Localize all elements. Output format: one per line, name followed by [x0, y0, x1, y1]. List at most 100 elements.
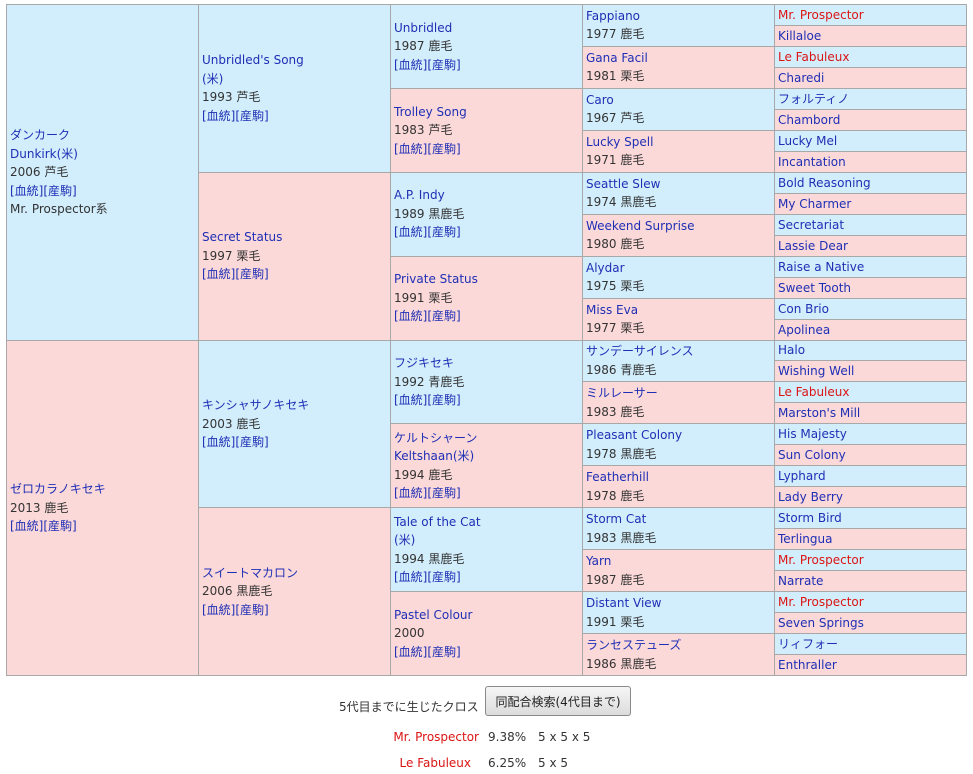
horse-name-link[interactable]: フジキセキ [394, 356, 454, 370]
horse-name-link[interactable]: Mr. Prospector [778, 8, 864, 22]
horse-name-link[interactable]: Narrate [778, 574, 823, 588]
horse-name-link[interactable]: Seven Springs [778, 616, 864, 630]
horse-name-link[interactable]: His Majesty [778, 427, 847, 441]
horse-name-link[interactable]: Le Fabuleux [778, 385, 849, 399]
horse-name-link[interactable]: Lucky Mel [778, 134, 837, 148]
pedigree-progeny-links[interactable]: [血統][産駒] [394, 393, 461, 407]
horse-name-link[interactable]: Halo [778, 343, 805, 357]
horse-name-link[interactable]: Weekend Surprise [586, 219, 695, 233]
horse-name-link[interactable]: Caro [586, 93, 614, 107]
horse-year-color: 2003 鹿毛 [202, 416, 261, 431]
horse-english-name[interactable]: Dunkirk(米) [10, 147, 78, 161]
horse-origin[interactable]: (米) [202, 72, 223, 86]
pedigree-cell-g5: Mr. Prospector [774, 4, 967, 26]
pedigree-progeny-links[interactable]: [血統][産駒] [394, 225, 461, 239]
horse-name-link[interactable]: Featherhill [586, 470, 649, 484]
horse-name-link[interactable]: スイートマカロン [202, 566, 298, 580]
horse-name-link[interactable]: Alydar [586, 261, 625, 275]
horse-name-link[interactable]: Lady Berry [778, 490, 843, 504]
horse-name-link[interactable]: Marston's Mill [778, 406, 860, 420]
pedigree-progeny-links[interactable]: [血統][産駒] [394, 142, 461, 156]
pedigree-progeny-links[interactable]: [血統][産駒] [394, 309, 461, 323]
horse-name-link[interactable]: ランセステューズ [586, 638, 681, 652]
pedigree-cell-g5: Le Fabuleux [774, 381, 967, 404]
pedigree-progeny-links[interactable]: [血統][産駒] [394, 486, 461, 500]
horse-name-link[interactable]: Lucky Spell [586, 135, 653, 149]
horse-name-link[interactable]: Secret Status [202, 230, 282, 244]
horse-name-link[interactable]: Mr. Prospector [778, 595, 864, 609]
horse-name-link[interactable]: Miss Eva [586, 303, 638, 317]
horse-name-link[interactable]: Private Status [394, 272, 478, 286]
horse-name-link[interactable]: Apolinea [778, 323, 830, 337]
horse-name-link[interactable]: Le Fabuleux [778, 50, 849, 64]
horse-name-link[interactable]: ダンカーク [10, 128, 70, 142]
horse-name-link[interactable]: Trolley Song [394, 105, 467, 119]
pedigree-progeny-links[interactable]: [血統][産駒] [202, 109, 269, 123]
horse-name-link[interactable]: A.P. Indy [394, 188, 445, 202]
horse-name-link[interactable]: Sun Colony [778, 448, 846, 462]
pedigree-progeny-links[interactable]: [血統][産駒] [10, 184, 77, 198]
horse-name-link[interactable]: Distant View [586, 596, 662, 610]
horse-year-color: 1978 黒鹿毛 [586, 446, 657, 461]
horse-name-link[interactable]: Storm Cat [586, 512, 646, 526]
pedigree-cell-g3: Pastel Colour 2000 [血統][産駒] [390, 591, 583, 676]
horse-name-link[interactable]: Pastel Colour [394, 608, 472, 622]
cross-horse-link[interactable]: Mr. Prospector [279, 730, 479, 744]
horse-name-link[interactable]: ゼロカラノキセキ [10, 482, 106, 496]
horse-name-link[interactable]: Bold Reasoning [778, 176, 871, 190]
horse-name-link[interactable]: Killaloe [778, 29, 821, 43]
horse-name-link[interactable]: キンシャサノキセキ [202, 398, 309, 412]
horse-name-link[interactable]: Incantation [778, 155, 846, 169]
horse-name-link[interactable]: Tale of the Cat [394, 515, 481, 529]
horse-origin[interactable]: (米) [394, 533, 415, 547]
horse-name-link[interactable]: ケルトシャーン [394, 431, 477, 445]
pedigree-cell-g5: Sun Colony [774, 444, 967, 467]
cross-percent: 9.38% [488, 730, 527, 744]
horse-name-link[interactable]: Fappiano [586, 9, 640, 23]
pedigree-progeny-links[interactable]: [血統][産駒] [202, 435, 269, 449]
horse-year-color: 1983 鹿毛 [586, 404, 645, 419]
horse-name-link[interactable]: Chambord [778, 113, 840, 127]
cross-horse-link[interactable]: Le Fabuleux [271, 756, 471, 770]
horse-year-color: 2006 黒鹿毛 [202, 584, 273, 599]
pedigree-cell-g4: Distant View 1991 栗毛 [582, 591, 775, 635]
horse-name-link[interactable]: フォルティノ [778, 92, 849, 106]
horse-name-link[interactable]: Sweet Tooth [778, 281, 851, 295]
horse-name-link[interactable]: Unbridled's Song [202, 53, 304, 67]
horse-year-color: 1989 黒鹿毛 [394, 206, 465, 221]
horse-name-link[interactable]: Gana Facil [586, 51, 648, 65]
cross-item: Mr. Prospector 9.38% 5 x 5 x 5 [0, 730, 973, 748]
pedigree-cell-g4: Pleasant Colony 1978 黒鹿毛 [582, 423, 775, 467]
horse-name-link[interactable]: Pleasant Colony [586, 428, 682, 442]
horse-name-link[interactable]: ミルレーサー [586, 386, 658, 400]
horse-name-link[interactable]: Storm Bird [778, 511, 842, 525]
pedigree-cell-g5: Raise a Native [774, 255, 967, 278]
pedigree-progeny-links[interactable]: [血統][産駒] [394, 58, 461, 72]
same-mating-search-button[interactable]: 同配合検索(4代目まで) [485, 686, 631, 716]
horse-year-color: 2013 鹿毛 [10, 500, 69, 515]
horse-name-link[interactable]: リィフォー [778, 637, 838, 651]
horse-name-link[interactable]: サンデーサイレンス [586, 344, 694, 358]
horse-name-link[interactable]: Enthraller [778, 658, 837, 672]
pedigree-progeny-links[interactable]: [血統][産駒] [394, 645, 461, 659]
horse-english-name[interactable]: Keltshaan(米) [394, 449, 474, 463]
horse-name-link[interactable]: Secretariat [778, 218, 844, 232]
horse-name-link[interactable]: Charedi [778, 71, 824, 85]
horse-name-link[interactable]: Yarn [586, 554, 611, 568]
horse-name-link[interactable]: Lyphard [778, 469, 826, 483]
pedigree-progeny-links[interactable]: [血統][産駒] [10, 519, 77, 533]
cross-title: 5代目までに生じたクロス [339, 700, 479, 714]
horse-name-link[interactable]: Terlingua [778, 532, 832, 546]
horse-name-link[interactable]: Wishing Well [778, 364, 854, 378]
horse-name-link[interactable]: Seattle Slew [586, 177, 660, 191]
horse-name-link[interactable]: Lassie Dear [778, 239, 848, 253]
horse-name-link[interactable]: Raise a Native [778, 260, 864, 274]
pedigree-cell-g3: Trolley Song 1983 芦毛 [血統][産駒] [390, 87, 583, 173]
pedigree-progeny-links[interactable]: [血統][産駒] [394, 570, 461, 584]
pedigree-progeny-links[interactable]: [血統][産駒] [202, 267, 269, 281]
horse-name-link[interactable]: Con Brio [778, 302, 829, 316]
pedigree-progeny-links[interactable]: [血統][産駒] [202, 603, 269, 617]
horse-name-link[interactable]: Unbridled [394, 21, 452, 35]
horse-name-link[interactable]: My Charmer [778, 197, 851, 211]
horse-name-link[interactable]: Mr. Prospector [778, 553, 864, 567]
